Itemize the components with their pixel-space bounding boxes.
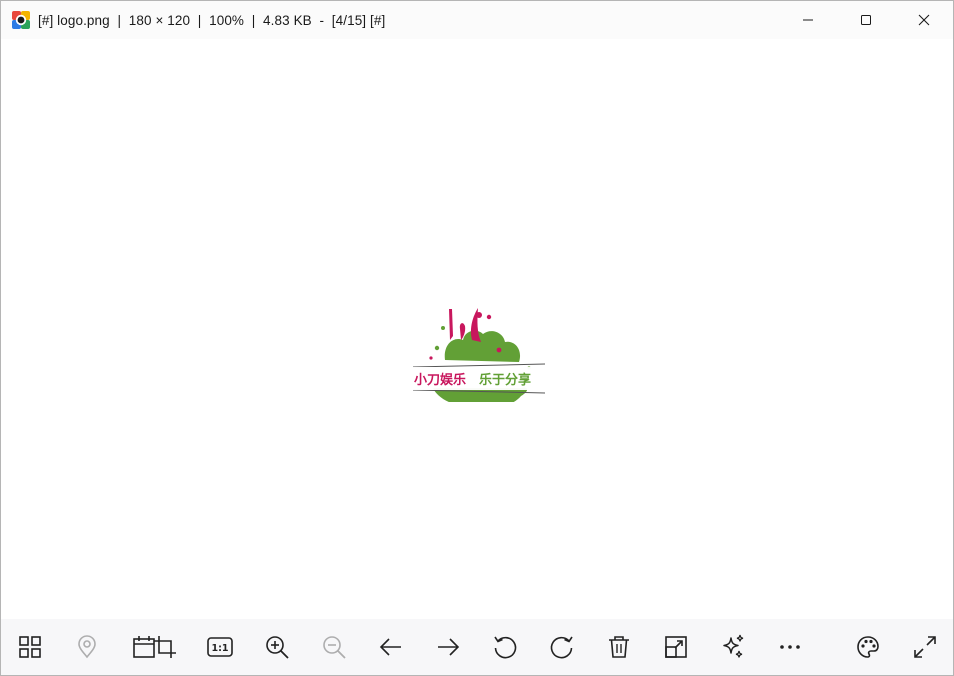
image-canvas[interactable]: 小刀娱乐 乐于分享 xyxy=(1,39,953,619)
logo-image: 小刀娱乐 乐于分享 xyxy=(412,308,546,402)
rotate-left-icon xyxy=(494,636,517,659)
arrow-left-icon xyxy=(379,638,401,656)
image-viewer-window: [#] logo.png | 180 × 120 | 100% | 4.83 K… xyxy=(0,0,954,676)
actual-size-button[interactable]: 1:1 xyxy=(204,631,236,663)
crop-button[interactable] xyxy=(149,631,181,663)
zoom-out-button[interactable] xyxy=(318,631,350,663)
logo-text-left: 小刀娱乐 xyxy=(414,372,466,388)
delete-button[interactable] xyxy=(603,631,635,663)
window-title: [#] logo.png | 180 × 120 | 100% | 4.83 K… xyxy=(38,12,386,28)
minimize-button[interactable] xyxy=(779,1,837,39)
fullscreen-button[interactable] xyxy=(909,631,941,663)
title-bar: [#] logo.png | 180 × 120 | 100% | 4.83 K… xyxy=(1,1,953,39)
palette-icon xyxy=(857,636,879,658)
rotate-right-button[interactable] xyxy=(546,631,578,663)
more-button[interactable] xyxy=(774,631,806,663)
arrow-right-icon xyxy=(438,638,460,656)
rotate-right-icon xyxy=(550,636,573,659)
top-rule xyxy=(412,363,546,368)
window-controls xyxy=(779,1,953,39)
location-pin-icon xyxy=(78,635,96,659)
more-icon xyxy=(780,645,800,649)
gallery-grid-icon xyxy=(19,636,41,658)
zoom-in-icon xyxy=(266,636,289,659)
crop-icon xyxy=(154,636,176,658)
theme-button[interactable] xyxy=(852,631,884,663)
maximize-icon xyxy=(861,15,871,25)
maximize-button[interactable] xyxy=(837,1,895,39)
trash-icon xyxy=(609,636,629,658)
splash-upper xyxy=(444,330,521,362)
close-button[interactable] xyxy=(895,1,953,39)
sparkles-icon xyxy=(723,634,744,658)
app-icon xyxy=(12,11,30,29)
minimize-icon xyxy=(803,19,813,21)
bottom-toolbar: 1:1 xyxy=(1,619,953,675)
rotate-left-button[interactable] xyxy=(489,631,521,663)
zoom-out-icon xyxy=(323,636,346,659)
fullscreen-icon xyxy=(914,636,936,658)
zoom-in-button[interactable] xyxy=(261,631,293,663)
location-button[interactable] xyxy=(71,631,103,663)
resize-button[interactable] xyxy=(660,631,692,663)
resize-icon xyxy=(665,636,687,658)
actual-size-icon: 1:1 xyxy=(207,637,233,657)
gallery-button[interactable] xyxy=(14,631,46,663)
next-image-button[interactable] xyxy=(432,631,464,663)
close-icon xyxy=(918,14,930,26)
enhance-button[interactable] xyxy=(717,631,749,663)
logo-text-right: 乐于分享 xyxy=(479,372,531,388)
actual-size-label: 1:1 xyxy=(211,643,228,654)
previous-image-button[interactable] xyxy=(375,631,407,663)
